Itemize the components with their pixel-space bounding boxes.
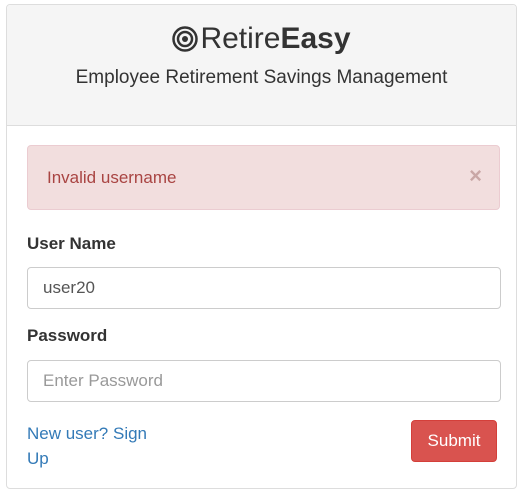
username-label: User Name (27, 234, 116, 253)
password-label: Password (27, 326, 108, 345)
brand-name-suffix: Easy (280, 22, 351, 55)
password-field[interactable] (27, 360, 501, 402)
error-alert: Invalid username × (27, 145, 500, 210)
app-brand: Retire Easy (172, 21, 351, 57)
login-panel: Retire Easy Employee Retirement Savings M… (6, 4, 517, 489)
close-icon[interactable]: × (469, 163, 482, 189)
brand-name-prefix: Retire (200, 22, 281, 55)
submit-button[interactable]: Submit (411, 420, 497, 462)
bullseye-icon (172, 26, 199, 52)
username-field[interactable] (27, 267, 501, 309)
app-subtitle: Employee Retirement Savings Management (75, 67, 448, 88)
signup-link[interactable]: New user? Sign Up (27, 421, 167, 471)
alert-message: Invalid username (47, 167, 177, 187)
panel-header: Retire Easy Employee Retirement Savings M… (7, 5, 516, 126)
